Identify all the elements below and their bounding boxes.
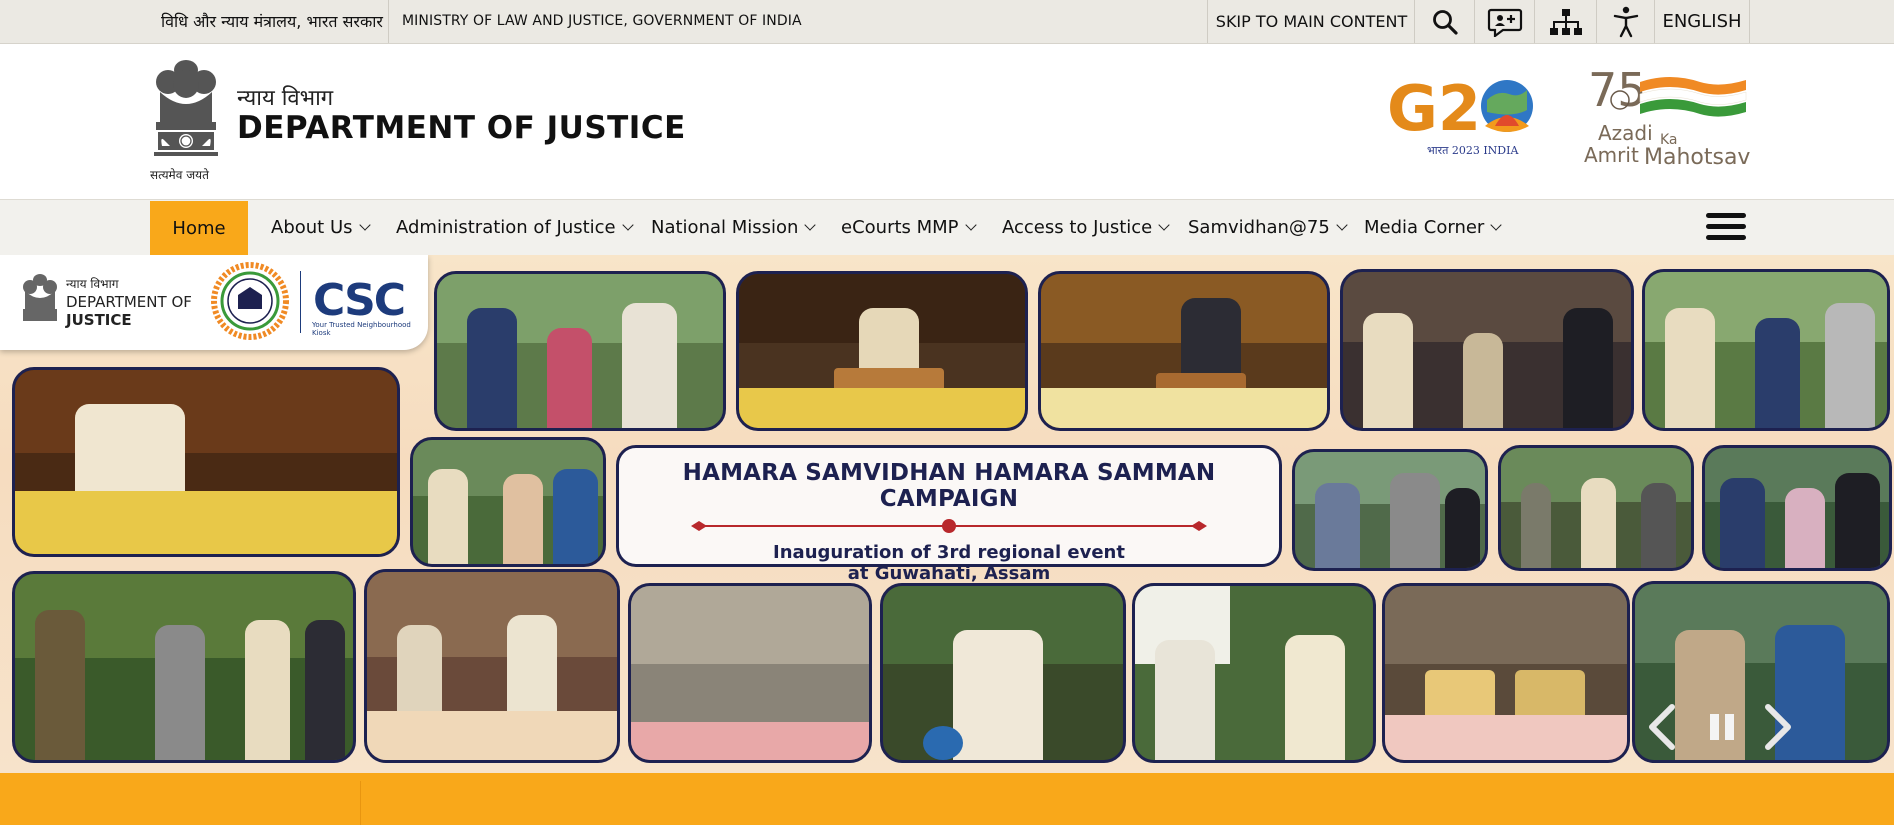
- nav-samvidhan-75[interactable]: Samvidhan@75: [1188, 200, 1348, 255]
- banner-photo: [1702, 445, 1892, 571]
- nav-ecourts-mmp[interactable]: eCourts MMP: [841, 200, 977, 255]
- campaign-title-box: HAMARA SAMVIDHAN HAMARA SAMMAN CAMPAIGN …: [616, 445, 1282, 584]
- divider: [388, 0, 389, 43]
- campaign-title: HAMARA SAMVIDHAN HAMARA SAMMAN CAMPAIGN: [682, 460, 1216, 512]
- chevron-down-icon: [621, 219, 634, 231]
- banner-photo: [1340, 269, 1634, 431]
- banner-photo: [12, 367, 400, 557]
- logo-strip-justice: JUSTICE: [66, 311, 132, 329]
- banner-photo: [1292, 449, 1488, 571]
- logo-strip-hindi: न्याय विभाग: [66, 277, 119, 291]
- national-emblem-icon[interactable]: [150, 56, 222, 168]
- campaign-subtitle-line2: at Guwahati, Assam: [847, 563, 1051, 584]
- banner-photo: [1642, 269, 1890, 431]
- decorative-divider: [691, 519, 1207, 533]
- sitemap-icon[interactable]: [1534, 0, 1597, 43]
- nav-home[interactable]: Home: [150, 201, 248, 255]
- national-emblem-icon: [23, 274, 57, 321]
- amrit-line2: Amrit: [1584, 143, 1639, 167]
- hero-banner-slider[interactable]: न्याय विभाग DEPARTMENT OF JUSTICE CSC Yo…: [0, 255, 1894, 773]
- csc-tagline: Your Trusted Neighbourhood Kiosk: [312, 321, 411, 337]
- azadi-ka-amrit-mahotsav-logo[interactable]: 75 Azadi Ka Amrit Mahotsav: [1582, 64, 1752, 176]
- divider: [360, 781, 361, 825]
- banner-photo: [1382, 583, 1630, 763]
- skip-to-main-content-link[interactable]: SKIP TO MAIN CONTENT: [1207, 0, 1415, 43]
- logo-strip-department: DEPARTMENT OF: [66, 293, 192, 311]
- g20-subtitle: भारत 2023 INDIA: [1427, 144, 1519, 157]
- chevron-down-icon: [804, 219, 817, 231]
- banner-photo: [364, 569, 620, 763]
- nav-label: About Us: [271, 217, 353, 238]
- nav-access-to-justice[interactable]: Access to Justice: [1002, 200, 1170, 255]
- pause-icon[interactable]: [1704, 697, 1740, 757]
- nav-label: eCourts MMP: [841, 217, 959, 238]
- banner-photo: [1498, 445, 1694, 571]
- nav-label: Administration of Justice: [396, 217, 616, 238]
- nav-label: National Mission: [651, 217, 799, 238]
- search-icon[interactable]: [1414, 0, 1475, 43]
- next-arrow-icon[interactable]: [1758, 697, 1798, 757]
- top-utility-bar: विधि और न्याय मंत्रालय, भारत सरकार MINIS…: [0, 0, 1894, 44]
- banner-photo: [880, 583, 1126, 763]
- hamburger-menu-icon[interactable]: [1706, 213, 1746, 243]
- language-selector[interactable]: ENGLISH: [1654, 0, 1750, 43]
- banner-photo: [12, 571, 356, 763]
- amrit-line3: Mahotsav: [1644, 145, 1750, 170]
- main-navigation: Home About Us Administration of Justice …: [0, 199, 1894, 255]
- banner-photo: [1038, 271, 1330, 431]
- news-ticker-bar: [0, 773, 1894, 825]
- feedback-icon[interactable]: [1474, 0, 1535, 43]
- nav-label: Samvidhan@75: [1188, 217, 1330, 238]
- g20-logo[interactable]: G20 भारत 2023 INDIA: [1385, 66, 1545, 166]
- nav-administration-of-justice[interactable]: Administration of Justice: [396, 200, 634, 255]
- csc-logo: CSC: [313, 275, 406, 326]
- nav-label: Media Corner: [1364, 217, 1485, 238]
- nav-about-us[interactable]: About Us: [271, 200, 371, 255]
- campaign-seal-logo: [211, 262, 289, 340]
- department-name-hindi: न्याय विभाग: [237, 86, 334, 111]
- emblem-motto: सत्यमेव जयते: [150, 168, 209, 182]
- chevron-down-icon: [1336, 219, 1348, 231]
- chevron-down-icon: [1158, 219, 1170, 231]
- chevron-down-icon: [964, 219, 977, 231]
- nav-media-corner[interactable]: Media Corner: [1364, 200, 1503, 255]
- ministry-name-hindi: विधि और न्याय मंत्रालय, भारत सरकार: [161, 12, 383, 31]
- amrit-line1: Azadi: [1598, 121, 1653, 145]
- banner-photo: [1132, 583, 1376, 763]
- nav-label: Access to Justice: [1002, 217, 1153, 238]
- ministry-name-english: MINISTRY OF LAW AND JUSTICE, GOVERNMENT …: [402, 13, 802, 29]
- accessibility-icon[interactable]: [1596, 0, 1655, 43]
- department-name-english[interactable]: DEPARTMENT OF JUSTICE: [237, 110, 686, 146]
- banner-photo: [736, 271, 1028, 431]
- banner-photo: [628, 583, 872, 763]
- banner-photo: [434, 271, 726, 431]
- chevron-down-icon: [1490, 219, 1503, 231]
- nav-national-mission[interactable]: National Mission: [651, 200, 817, 255]
- campaign-subtitle-line1: Inauguration of 3rd regional event: [773, 542, 1125, 563]
- banner-logo-strip: न्याय विभाग DEPARTMENT OF JUSTICE CSC Yo…: [0, 255, 428, 350]
- site-header: सत्यमेव जयते न्याय विभाग DEPARTMENT OF J…: [0, 44, 1894, 199]
- banner-photo: [410, 437, 606, 567]
- chevron-down-icon: [358, 219, 371, 231]
- prev-arrow-icon[interactable]: [1642, 697, 1682, 757]
